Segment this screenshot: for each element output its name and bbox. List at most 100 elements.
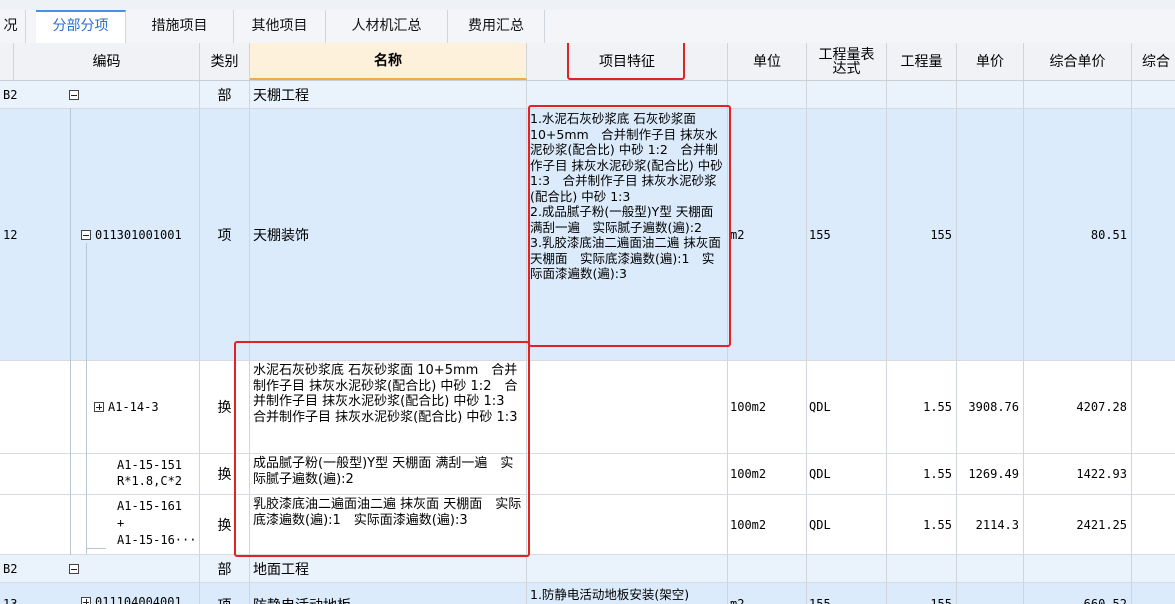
- header-quantity-expression[interactable]: 工程量表达式: [807, 43, 887, 80]
- row-qty[interactable]: 1.55: [887, 361, 957, 453]
- row-name[interactable]: 防静电活动地板: [250, 583, 527, 604]
- row-name[interactable]: 天棚工程: [250, 81, 527, 108]
- header-unit-price[interactable]: 单价: [957, 43, 1024, 80]
- row-name[interactable]: 水泥石灰砂浆底 石灰砂浆面 10+5mm 合并制作子目 抹灰水泥砂浆(配合比) …: [250, 361, 527, 453]
- row-name[interactable]: 成品腻子粉(一般型)Y型 天棚面 满刮一遍 实际腻子遍数(遍):2: [250, 454, 527, 494]
- row-extra[interactable]: [1132, 109, 1175, 360]
- expand-toggle-icon[interactable]: [81, 597, 91, 604]
- tab-feiyong-huizong[interactable]: 费用汇总: [448, 10, 545, 43]
- row-feature[interactable]: 1.防静电活动地板安装(架空): [527, 583, 728, 604]
- table-row[interactable]: 13 011104004001 项 防静电活动地板 1.防静电活动地板安装(架空…: [0, 583, 1175, 604]
- row-code: [65, 81, 200, 108]
- row-price[interactable]: 3908.76: [957, 361, 1024, 453]
- row-type: 部: [200, 555, 250, 582]
- row-feature[interactable]: [527, 555, 728, 582]
- row-total-price[interactable]: 2421.25: [1024, 495, 1132, 554]
- expand-toggle-icon[interactable]: [94, 402, 104, 412]
- bill-grid: 编码 类别 名称 项目特征 单位 工程量表达式 工程量 单价 综合单价 综合 B…: [0, 43, 1175, 604]
- collapse-toggle-icon[interactable]: [69, 89, 79, 100]
- collapse-toggle-icon[interactable]: [81, 229, 91, 240]
- table-row[interactable]: B2 部 地面工程: [0, 555, 1175, 583]
- row-extra[interactable]: [1132, 555, 1175, 582]
- tab-cuoshi-xiangmu[interactable]: 措施项目: [126, 10, 234, 43]
- collapse-toggle-icon[interactable]: [69, 563, 79, 574]
- row-type: 换: [200, 454, 250, 494]
- row-unit[interactable]: 100m2: [728, 361, 807, 453]
- row-total-price[interactable]: 80.51: [1024, 109, 1132, 360]
- row-total-price[interactable]: 4207.28: [1024, 361, 1132, 453]
- header-quantity[interactable]: 工程量: [887, 43, 957, 80]
- row-extra[interactable]: [1132, 495, 1175, 554]
- table-row[interactable]: A1-15-151 R*1.8,C*2 换 成品腻子粉(一般型)Y型 天棚面 满…: [0, 454, 1175, 495]
- row-expr[interactable]: [807, 555, 887, 582]
- row-feature[interactable]: [527, 361, 728, 453]
- tab-rencaiji-huizong[interactable]: 人材机汇总: [326, 10, 448, 43]
- row-type: 部: [200, 81, 250, 108]
- row-code: [65, 555, 200, 582]
- row-expr[interactable]: QDL: [807, 454, 887, 494]
- row-index: [0, 454, 65, 494]
- row-total-price[interactable]: [1024, 555, 1132, 582]
- grid-header: 编码 类别 名称 项目特征 单位 工程量表达式 工程量 单价 综合单价 综合: [0, 43, 1175, 81]
- row-feature[interactable]: 1.水泥石灰砂浆底 石灰砂浆面 10+5mm 合并制作子目 抹灰水泥砂浆(配合比…: [527, 109, 728, 360]
- header-composite-total[interactable]: 综合: [1132, 43, 1175, 80]
- row-qty[interactable]: [887, 555, 957, 582]
- row-name[interactable]: 乳胶漆底油二遍面油二遍 抹灰面 天棚面 实际底漆遍数(遍):1 实际面漆遍数(遍…: [250, 495, 527, 554]
- tab-overview[interactable]: 况: [0, 10, 26, 43]
- header-composite-price[interactable]: 综合单价: [1024, 43, 1132, 80]
- row-index: 12: [3, 227, 18, 242]
- tree-guide-line: [86, 548, 106, 549]
- tab-fenbu-fenxiang[interactable]: 分部分项: [36, 10, 126, 43]
- row-qty[interactable]: 155: [887, 583, 957, 604]
- row-qty[interactable]: 1.55: [887, 495, 957, 554]
- row-extra[interactable]: [1132, 361, 1175, 453]
- row-qty[interactable]: [887, 81, 957, 108]
- row-feature[interactable]: [527, 81, 728, 108]
- tab-bar: 况 分部分项 措施项目 其他项目 人材机汇总 费用汇总: [0, 10, 1175, 44]
- row-total-price[interactable]: [1024, 81, 1132, 108]
- header-type[interactable]: 类别: [200, 43, 250, 80]
- row-qty[interactable]: 155: [887, 109, 957, 360]
- row-price[interactable]: [957, 555, 1024, 582]
- row-expr[interactable]: QDL: [807, 361, 887, 453]
- row-extra[interactable]: [1132, 583, 1175, 604]
- row-feature[interactable]: [527, 495, 728, 554]
- row-index: [0, 361, 65, 453]
- row-price[interactable]: 2114.3: [957, 495, 1024, 554]
- row-name[interactable]: 地面工程: [250, 555, 527, 582]
- row-expr[interactable]: [807, 81, 887, 108]
- row-index: B2: [3, 87, 18, 102]
- row-total-price[interactable]: 660.52: [1024, 583, 1132, 604]
- header-unit[interactable]: 单位: [728, 43, 807, 80]
- row-unit[interactable]: [728, 555, 807, 582]
- row-expr[interactable]: QDL: [807, 495, 887, 554]
- row-expr[interactable]: 155: [807, 109, 887, 360]
- header-name[interactable]: 名称: [250, 43, 527, 80]
- row-unit[interactable]: m2: [728, 583, 807, 604]
- row-unit[interactable]: [728, 81, 807, 108]
- row-expr[interactable]: 155: [807, 583, 887, 604]
- row-total-price[interactable]: 1422.93: [1024, 454, 1132, 494]
- row-name[interactable]: 天棚装饰: [250, 109, 527, 360]
- row-unit[interactable]: 100m2: [728, 495, 807, 554]
- row-price[interactable]: 1269.49: [957, 454, 1024, 494]
- row-qty[interactable]: 1.55: [887, 454, 957, 494]
- row-index: B2: [3, 561, 18, 576]
- row-code: 011104004001: [65, 583, 200, 604]
- table-row[interactable]: 12 011301001001 项 天棚装饰 1.水泥石灰砂浆底 石灰砂浆面 1…: [0, 109, 1175, 361]
- row-price[interactable]: [957, 583, 1024, 604]
- table-row[interactable]: A1-14-3 换 水泥石灰砂浆底 石灰砂浆面 10+5mm 合并制作子目 抹灰…: [0, 361, 1175, 454]
- table-row[interactable]: A1-15-161 + A1-15-16··· 换 乳胶漆底油二遍面油二遍 抹灰…: [0, 495, 1175, 555]
- row-extra[interactable]: [1132, 81, 1175, 108]
- row-type: 项: [200, 109, 250, 360]
- row-unit[interactable]: m2: [728, 109, 807, 360]
- row-price[interactable]: [957, 109, 1024, 360]
- row-unit[interactable]: 100m2: [728, 454, 807, 494]
- row-price[interactable]: [957, 81, 1024, 108]
- header-feature[interactable]: 项目特征: [527, 43, 728, 80]
- row-feature[interactable]: [527, 454, 728, 494]
- table-row[interactable]: B2 部 天棚工程: [0, 81, 1175, 109]
- row-extra[interactable]: [1132, 454, 1175, 494]
- header-code[interactable]: 编码: [14, 43, 200, 80]
- tab-qita-xiangmu[interactable]: 其他项目: [234, 10, 326, 43]
